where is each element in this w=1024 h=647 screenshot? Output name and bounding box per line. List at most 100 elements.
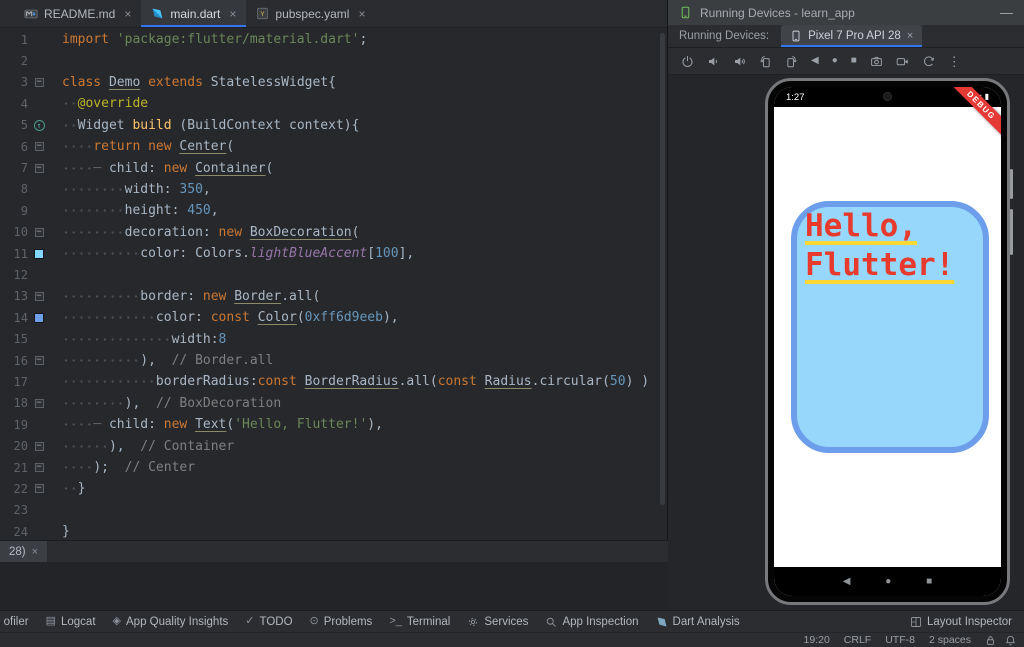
code-line: 17 borderRadius:const BorderRadius.all(c…	[0, 371, 667, 392]
color-swatch[interactable]	[34, 248, 44, 259]
code-text: ); // Center	[50, 460, 195, 475]
toolbar-item-problems[interactable]: ⊙ Problems	[310, 616, 373, 628]
code-editor[interactable]: 1 import 'package:flutter/material.dart';…	[0, 29, 667, 540]
toolbar-item-label: Logcat	[61, 615, 96, 628]
home-icon[interactable]: ●	[832, 56, 838, 66]
phone-screen[interactable]: 1:27 ▾▮ DEBUG Hello, Flutter! ◀●■	[774, 87, 1001, 596]
caret-position[interactable]: 19:20	[804, 634, 830, 646]
close-icon[interactable]: ×	[907, 30, 913, 42]
color-swatch[interactable]	[34, 312, 44, 323]
indent-indicator[interactable]: 2 spaces	[929, 634, 971, 646]
close-icon[interactable]: ×	[358, 8, 365, 20]
code-text: color: const Color(0xff6d9eeb),	[50, 310, 399, 326]
code-text: width:8	[50, 331, 226, 347]
line-number: 8	[20, 182, 28, 197]
toolbar-item-app-quality-insights[interactable]: ◈ App Quality Insights	[113, 616, 229, 628]
lock-icon[interactable]	[985, 635, 996, 646]
more-icon[interactable]: ⋮	[948, 55, 961, 68]
gutter-marker: −	[28, 227, 50, 237]
minimize-icon[interactable]: —	[1000, 5, 1013, 20]
toolbar-item-dart-analysis[interactable]: Dart Analysis	[656, 616, 740, 628]
code-text: }	[50, 481, 85, 497]
fold-end-icon[interactable]: −	[34, 463, 44, 472]
fold-start-icon[interactable]: −	[34, 227, 44, 237]
tab-pubspec.yaml[interactable]: Ypubspec.yaml ×	[246, 0, 375, 27]
tab-main.dart[interactable]: main.dart ×	[141, 0, 247, 27]
power-icon[interactable]	[681, 55, 694, 68]
line-number: 21	[13, 460, 28, 475]
fold-end-icon[interactable]: −	[34, 484, 44, 494]
gutter-marker: −	[28, 441, 50, 451]
code-line: 15 width:8	[0, 328, 667, 349]
code-text: decoration: new BoxDecoration(	[50, 224, 359, 240]
gutter-marker: ↑	[28, 119, 50, 131]
overview-icon[interactable]: ■	[851, 56, 857, 66]
record-icon[interactable]	[896, 55, 909, 68]
partial-tab-label: 28)	[9, 545, 26, 558]
gutter-marker	[28, 248, 50, 259]
code-text: Widget build (BuildContext context){	[50, 117, 359, 133]
close-icon[interactable]: ×	[124, 8, 131, 20]
code-line: 16− ), // Border.all	[0, 350, 667, 371]
tab-README.md[interactable]: README.md ×	[14, 0, 141, 27]
fold-start-icon[interactable]: −	[34, 163, 44, 173]
device-tab-pixel7pro[interactable]: Pixel 7 Pro API 28 ×	[781, 25, 923, 47]
toolbar-item-label: Services	[484, 615, 529, 628]
code-text: ─ child: new Text('Hello, Flutter!'),	[50, 417, 383, 433]
fold-end-icon[interactable]: −	[34, 356, 44, 366]
hello-text-line1: Hello,	[805, 208, 917, 244]
code-text: ─ child: new Container(	[50, 160, 273, 176]
device-icon	[679, 6, 692, 19]
toolbar-item-logcat[interactable]: ▤ Logcat	[46, 616, 96, 628]
toolbar-item-terminal[interactable]: >_ Terminal	[389, 616, 450, 628]
override-icon[interactable]: ↑	[33, 119, 45, 131]
volume-up-icon[interactable]	[733, 55, 746, 68]
nav-home-icon[interactable]: ●	[885, 576, 891, 587]
toolbar-item-layout-inspector[interactable]: Layout Inspector	[910, 616, 1012, 628]
services-icon	[467, 616, 479, 628]
gutter-marker: −	[28, 463, 50, 472]
close-icon[interactable]: ×	[229, 8, 236, 20]
snapshots-icon[interactable]	[922, 55, 935, 68]
rotate-right-icon[interactable]	[785, 55, 798, 68]
volume-down-icon[interactable]	[707, 55, 720, 68]
panel-tabbar: Running Devices: Pixel 7 Pro API 28 ×	[668, 25, 1024, 48]
nav-back-icon[interactable]: ◀	[843, 576, 851, 587]
toolbar-item-services[interactable]: Services	[467, 616, 528, 628]
scrollbar-thumb[interactable]	[660, 33, 665, 505]
toolbar-item-app-inspection[interactable]: App Inspection	[545, 616, 639, 628]
back-icon[interactable]: ◀	[811, 56, 819, 66]
code-line: 1 import 'package:flutter/material.dart';	[0, 29, 667, 50]
code-text: border: new Border.all(	[50, 288, 320, 304]
nav-overview-icon[interactable]: ■	[926, 576, 932, 587]
fold-start-icon[interactable]: −	[34, 291, 44, 301]
layout-inspector-icon	[910, 616, 922, 628]
code-text: }	[62, 524, 70, 540]
code-text: ), // Border.all	[50, 353, 273, 369]
toolbar-item-todo[interactable]: ✓ TODO	[245, 616, 292, 628]
encoding-indicator[interactable]: UTF-8	[885, 634, 915, 646]
terminal-icon: >_	[389, 615, 402, 627]
close-icon[interactable]: ×	[32, 546, 38, 558]
camera-punch-hole-icon	[883, 92, 892, 101]
fold-end-icon[interactable]: −	[34, 398, 44, 408]
fold-start-icon[interactable]: −	[34, 142, 44, 152]
logcat-icon: ▤	[45, 615, 56, 627]
line-number: 16	[13, 353, 28, 368]
line-number: 18	[13, 396, 28, 411]
toolbar-item-ofiler[interactable]: ◔ofiler	[0, 616, 29, 628]
fold-start-icon[interactable]: −	[34, 77, 44, 87]
device-toolbar: ◀ ● ■ ⋮	[668, 48, 1024, 75]
code-line: 22− }	[0, 478, 667, 499]
code-line: 6− return new Center(	[0, 136, 667, 157]
rotate-left-icon[interactable]	[759, 55, 772, 68]
fold-end-icon[interactable]: −	[34, 441, 44, 451]
dart-analysis-icon	[656, 616, 668, 628]
line-number: 17	[13, 374, 28, 389]
editor-scrollbar[interactable]	[658, 29, 667, 540]
notifications-icon[interactable]	[1005, 635, 1016, 646]
line-ending-indicator[interactable]: CRLF	[844, 634, 871, 646]
partial-tab[interactable]: 28) ×	[0, 541, 48, 562]
code-text: @override	[50, 96, 148, 112]
screenshot-icon[interactable]	[870, 55, 883, 68]
